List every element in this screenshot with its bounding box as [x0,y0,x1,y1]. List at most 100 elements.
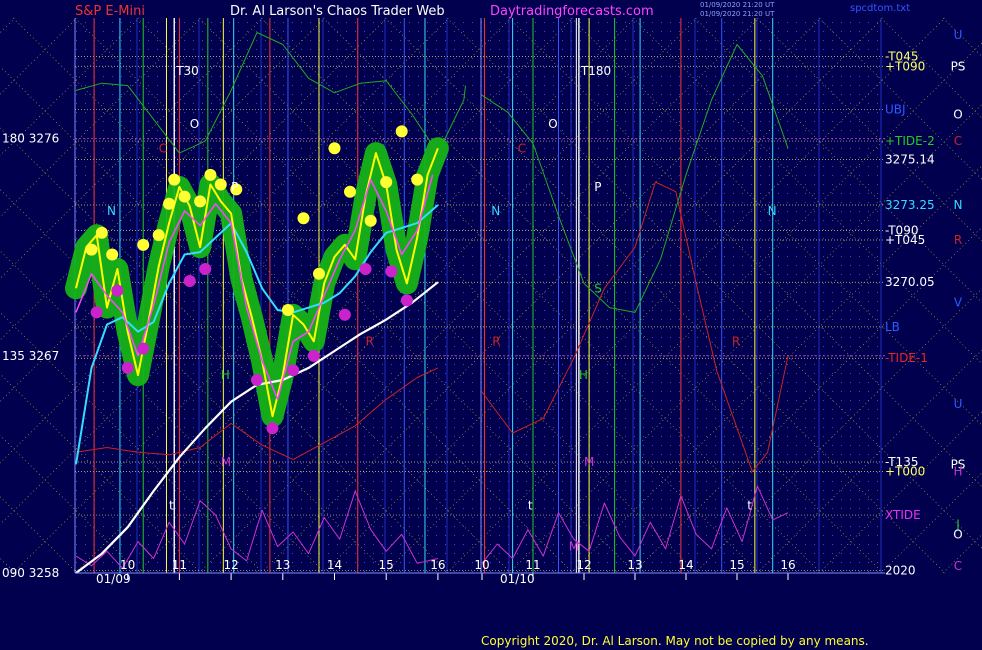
low-dot [307,349,320,362]
x-tick-label: 16 [780,558,795,572]
lattice-line [880,472,982,574]
plot-letter: N [768,204,777,218]
x-tick-label: 13 [627,558,642,572]
x-tick-label: 15 [379,558,394,572]
y-tick-label: 180 3276 [2,132,59,146]
day-label-1: 01/09 [96,572,131,586]
level-label: +TIDE-2 [885,134,935,148]
high-dot [411,173,424,186]
far-right-label: C [954,134,962,148]
x-tick-label: 14 [678,558,693,572]
x-tick-label: 12 [223,558,238,572]
level-label: XTIDE [885,508,921,522]
plot-letter: R [366,334,374,348]
copyright-footer: Copyright 2020, Dr. Al Larson. May not b… [481,634,869,648]
high-dot [380,176,393,189]
cycle-label-T30: T30 [175,64,199,78]
low-dot [266,422,279,435]
level-label: +T000 [885,465,925,479]
level-label: 3275.14 [885,152,935,166]
plot-letter: t [528,498,533,512]
low-dot [338,308,351,321]
plot-letter: t [169,498,174,512]
lattice-line [0,557,16,574]
high-dot [95,226,108,239]
low-dot [287,364,300,377]
plot-dot-grid [75,18,885,573]
x-tick-label: 11 [172,558,187,572]
plot-letter: N [107,204,116,218]
far-right-label: O [953,527,962,541]
low-dot [121,361,134,374]
site-title: Dr. Al Larson's Chaos Trader Web [230,4,445,19]
high-dot [163,197,176,210]
plot-letter: M [584,455,594,469]
level-label: LB [885,320,900,334]
high-dot [152,229,165,242]
plot-letter: P [594,180,601,194]
plot-letter: P [231,180,238,194]
far-right-label: N [954,198,963,212]
low-dot [250,373,263,386]
high-dot [178,190,191,203]
cycle-label-T180: T180 [580,64,611,78]
high-dot [395,125,408,138]
high-dot [297,212,310,225]
site-url[interactable]: Daytradingforecasts.com [490,4,654,19]
low-dot [359,262,372,275]
y-tick-label: 090 3258 [2,566,59,580]
plot-letter: S [594,281,602,295]
far-right-label: O [953,108,962,122]
plot-letter: H [221,368,230,382]
high-dot [328,142,341,155]
y-tick-label: 135 3267 [2,349,59,363]
high-dot [85,243,98,256]
x-tick-label: 13 [275,558,290,572]
lattice-line [0,17,16,34]
far-right-label: C [954,559,962,573]
timestamp-2: 01/09/2020 21:20 UT [700,10,775,18]
high-dot [281,303,294,316]
far-right-label: V [954,296,963,310]
chaos-chart: T30 T180 180 3276 135 3267 090 3258 10 11 12 13 1… [0,17,982,586]
low-dot [199,262,212,275]
plot-letter: M [569,539,579,553]
lattice-line [942,17,982,58]
high-dot [168,173,181,186]
level-label: 3270.05 [885,275,935,289]
high-dot [137,238,150,251]
x-tick-label: 10 [120,558,135,572]
lattice-line [880,17,982,119]
plot-letter: t [747,498,752,512]
level-label: 2020 [885,564,916,578]
plot-letter: R [732,334,740,348]
low-dot [137,342,150,355]
high-dot [106,248,119,261]
x-tick-label: 12 [576,558,591,572]
low-dot [183,275,196,288]
x-tick-label: 15 [729,558,744,572]
low-dot [111,284,124,297]
far-right-label: R [954,233,962,247]
timestamp-1: 01/09/2020 21:20 UT [700,1,775,9]
level-label: +T090 [885,59,925,73]
day-label-2: 01/10 [500,572,535,586]
plot-letter: C [518,141,526,155]
far-right-label: U [954,397,963,411]
level-label: -TIDE-1 [885,351,928,365]
plot-letter: M [221,455,231,469]
level-label: UBJ [885,103,906,117]
level-label: 3273.25 [885,198,935,212]
far-right-label: U [954,28,963,42]
high-dot [194,195,207,208]
plot-letter: C [159,141,167,155]
low-dot [385,265,398,278]
x-tick-label: 16 [430,558,445,572]
low-dot [90,306,103,319]
instrument-title: S&P E-Mini [75,4,145,19]
plot-letter: R [492,334,500,348]
lattice-line [942,533,982,574]
plot-letter: H [579,368,588,382]
far-right-label: PS [951,59,966,73]
level-label: +T045 [885,233,925,247]
